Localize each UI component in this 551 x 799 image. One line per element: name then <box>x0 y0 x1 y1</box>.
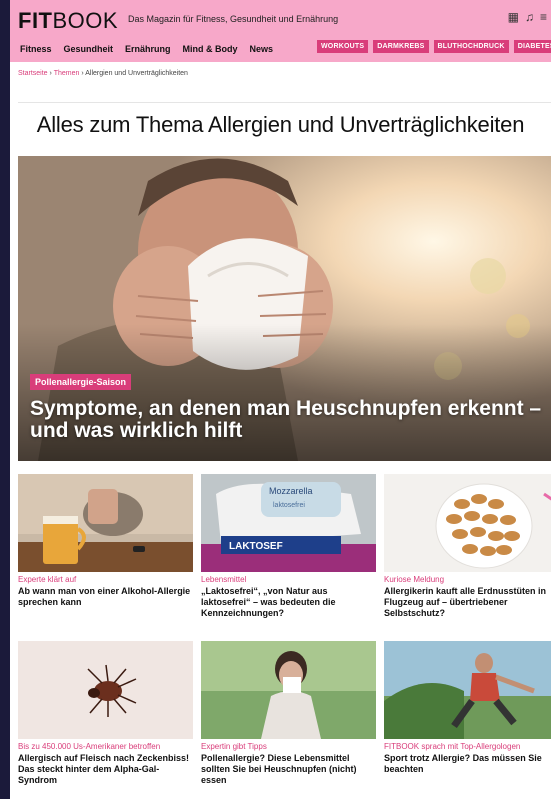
article-kicker[interactable]: Expertin gibt Tipps <box>201 742 376 751</box>
article-thumb[interactable] <box>201 641 376 739</box>
package-text: LAKTOSEF <box>229 541 283 552</box>
article-kicker[interactable]: Bis zu 450.000 Us-Amerikaner betroffen <box>18 742 193 751</box>
bell-icon[interactable]: ♫ <box>525 10 534 24</box>
article-kicker[interactable]: Lebensmittel <box>201 575 376 584</box>
nav-item-fitness[interactable]: Fitness <box>20 44 52 54</box>
header-icons: ▦ ♫ ≡ <box>508 10 547 24</box>
article-title[interactable]: Allergisch auf Fleisch nach Zeckenbiss! … <box>18 753 193 786</box>
breadcrumb-home[interactable]: Startseite <box>18 70 48 77</box>
article-thumb[interactable] <box>384 641 551 739</box>
article-kicker[interactable]: FITBOOK sprach mit Top-Allergologen <box>384 742 551 751</box>
nav-item-gesundheit[interactable]: Gesundheit <box>64 44 114 54</box>
chip-bluthochdruck[interactable]: BLUTHOCHDRUCK <box>433 40 509 53</box>
beer-image <box>18 474 193 572</box>
menu-icon[interactable]: ≡ <box>540 10 547 24</box>
article-card[interactable]: Bis zu 450.000 Us-Amerikaner betroffen A… <box>18 641 193 786</box>
breadcrumb-topics[interactable]: Themen <box>54 70 80 77</box>
sneezing-woman-image <box>201 641 376 739</box>
runner-image <box>384 641 551 739</box>
chip-diabetes[interactable]: DIABETES MELLITUS TYP <box>513 40 551 53</box>
article-thumb[interactable] <box>18 474 193 572</box>
nav-item-news[interactable]: News <box>250 44 274 54</box>
site-logo[interactable]: FITBOOK <box>18 9 118 33</box>
article-title[interactable]: „Laktosefrei“, „von Natur aus laktosefre… <box>201 586 376 619</box>
article-title[interactable]: Ab wann man von einer Alkohol-Allergie s… <box>18 586 193 608</box>
lactose-image: Mozzarella laktosefrei LAKTOSEF <box>201 474 376 572</box>
article-title[interactable]: Allergikerin kauft alle Erdnusstüten in … <box>384 586 551 619</box>
nav-item-mind-body[interactable]: Mind & Body <box>183 44 238 54</box>
chip-darmkrebs[interactable]: DARMKREBS <box>373 40 429 53</box>
hero-article[interactable]: Pollenallergie-Saison Symptome, an denen… <box>18 156 551 461</box>
article-card[interactable]: Kuriose Meldung Allergikerin kauft alle … <box>384 474 551 619</box>
package-text: laktosefrei <box>273 502 305 509</box>
package-text: Mozzarella <box>269 486 313 496</box>
article-thumb[interactable] <box>18 641 193 739</box>
article-card[interactable]: Mozzarella laktosefrei LAKTOSEF Lebensmi… <box>201 474 376 619</box>
article-card[interactable]: Expertin gibt Tipps Pollenallergie? Dies… <box>201 641 376 786</box>
hero-title[interactable]: Symptome, an denen man Heuschnupfen erke… <box>30 398 545 442</box>
chip-workouts[interactable]: WORKOUTS <box>317 40 369 53</box>
logo-thin: BOOK <box>52 8 119 33</box>
newsletter-icon[interactable]: ▦ <box>508 10 519 24</box>
breadcrumb: Startseite › Themen › Allergien und Unve… <box>18 70 188 77</box>
article-title[interactable]: Sport trotz Allergie? Das müssen Sie bea… <box>384 753 551 775</box>
logo-bold: FIT <box>18 8 53 33</box>
article-card[interactable]: Experte klärt auf Ab wann man von einer … <box>18 474 193 608</box>
article-thumb[interactable]: Mozzarella laktosefrei LAKTOSEF <box>201 474 376 572</box>
tick-image <box>18 641 193 739</box>
page-frame: FITBOOK Das Magazin für Fitness, Gesundh… <box>10 0 551 799</box>
site-header: FITBOOK Das Magazin für Fitness, Gesundh… <box>10 0 551 62</box>
article-kicker[interactable]: Experte klärt auf <box>18 575 193 584</box>
divider <box>18 102 551 103</box>
article-kicker[interactable]: Kuriose Meldung <box>384 575 551 584</box>
topic-chips: WORKOUTS DARMKREBS BLUTHOCHDRUCK DIABETE… <box>317 40 551 53</box>
hero-kicker[interactable]: Pollenallergie-Saison <box>30 374 132 390</box>
main-nav: Fitness Gesundheit Ernährung Mind & Body… <box>20 44 273 54</box>
article-card[interactable]: FITBOOK sprach mit Top-Allergologen Spor… <box>384 641 551 775</box>
page-title: Alles zum Thema Allergien und Unverträgl… <box>36 112 525 137</box>
article-thumb[interactable] <box>384 474 551 572</box>
site-tagline: Das Magazin für Fitness, Gesundheit und … <box>128 14 339 24</box>
nav-item-ernaehrung[interactable]: Ernährung <box>125 44 171 54</box>
breadcrumb-current: Allergien und Unverträglichkeiten <box>85 70 188 77</box>
peanuts-image <box>384 474 551 572</box>
article-title[interactable]: Pollenallergie? Diese Lebensmittel sollt… <box>201 753 376 786</box>
